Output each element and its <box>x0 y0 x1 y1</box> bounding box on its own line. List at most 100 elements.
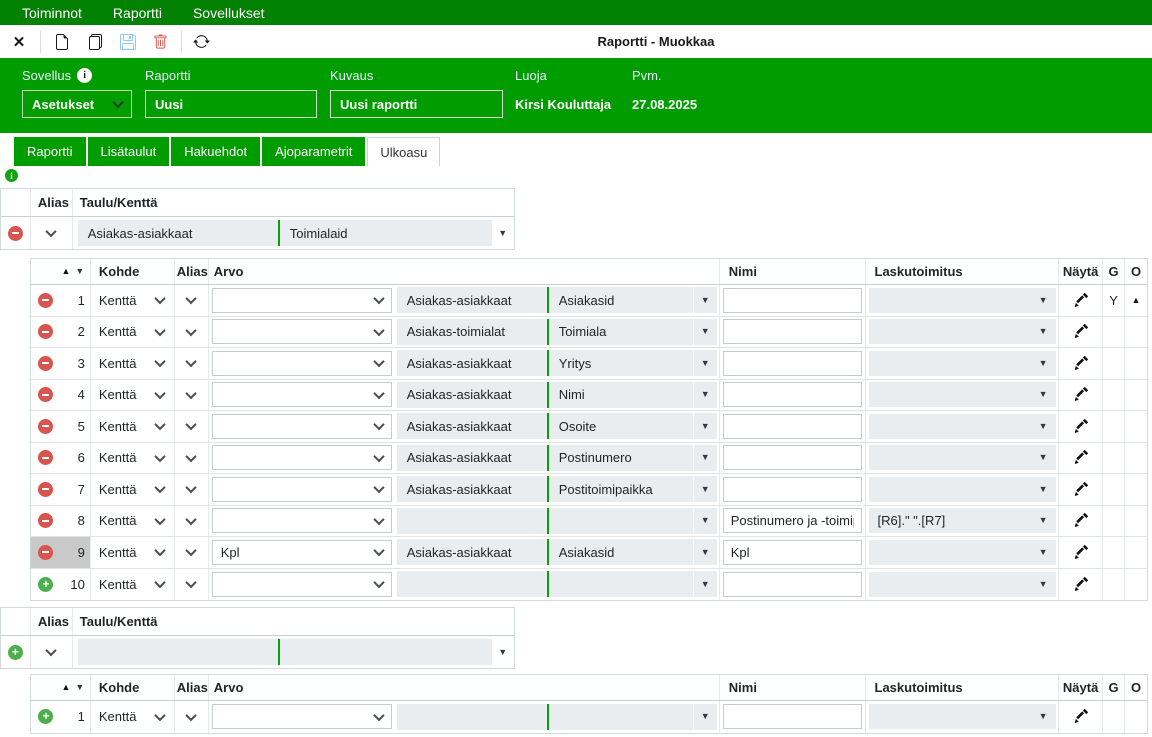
nimi-input[interactable] <box>723 572 862 597</box>
sovellus-select[interactable]: Asetukset <box>22 90 132 118</box>
remove-row-icon[interactable] <box>38 324 53 339</box>
kohde-select[interactable]: Kenttä <box>91 380 175 411</box>
arvo-select[interactable] <box>212 288 392 313</box>
kentta-field[interactable]: Toimialaid <box>280 220 492 246</box>
taulu-field[interactable] <box>397 704 547 730</box>
dropdown-arrow-icon[interactable]: ▼ <box>693 539 717 565</box>
dropdown-arrow-icon[interactable]: ▼ <box>693 704 717 730</box>
taulu-field[interactable]: Asiakas-asiakkaat <box>397 382 547 408</box>
nimi-input[interactable] <box>723 382 862 407</box>
nimi-input[interactable] <box>723 351 862 376</box>
kentta-field[interactable]: Osoite <box>549 413 693 439</box>
close-icon[interactable]: ✕ <box>8 31 30 53</box>
taulu-field[interactable]: Asiakas-asiakkaat <box>78 220 278 246</box>
menu-item-toiminnot[interactable]: Toiminnot <box>22 5 82 21</box>
arvo-select[interactable] <box>212 704 392 729</box>
kohde-select[interactable]: Kenttä <box>91 537 175 568</box>
edit-pencil-icon[interactable] <box>1073 545 1088 560</box>
remove-row-icon[interactable] <box>38 293 53 308</box>
delete-icon[interactable] <box>149 31 171 53</box>
arvo-select[interactable] <box>212 508 392 533</box>
arvo-select[interactable] <box>212 382 392 407</box>
tab-ajoparametrit[interactable]: Ajoparametrit <box>262 137 365 166</box>
edit-pencil-icon[interactable] <box>1073 450 1088 465</box>
taulu-field[interactable]: Asiakas-asiakkaat <box>397 287 547 313</box>
remove-row-icon[interactable] <box>38 513 53 528</box>
alias-dropdown[interactable] <box>175 317 209 348</box>
sort-down-icon[interactable]: ▼ <box>75 683 84 692</box>
edit-pencil-icon[interactable] <box>1073 709 1088 724</box>
menu-item-sovellukset[interactable]: Sovellukset <box>193 5 265 21</box>
add-row-icon[interactable] <box>8 645 23 660</box>
kohde-select[interactable]: Kenttä <box>91 411 175 442</box>
laskutoimitus-field[interactable]: ▼ <box>869 319 1056 344</box>
remove-row-icon[interactable] <box>38 545 53 560</box>
edit-pencil-icon[interactable] <box>1073 387 1088 402</box>
arvo-select[interactable] <box>212 477 392 502</box>
kentta-field[interactable] <box>280 639 492 665</box>
taulu-field[interactable]: Asiakas-asiakkaat <box>397 445 547 471</box>
nimi-input[interactable] <box>723 508 862 533</box>
laskutoimitus-field[interactable]: ▼ <box>869 288 1056 313</box>
tab-raportti[interactable]: Raportti <box>14 137 86 166</box>
kentta-field[interactable] <box>549 571 693 597</box>
copy-icon[interactable] <box>84 31 106 53</box>
taulu-field[interactable]: Asiakas-asiakkaat <box>397 539 547 565</box>
nimi-input[interactable] <box>723 540 862 565</box>
kentta-field[interactable] <box>549 704 693 730</box>
kuvaus-input[interactable] <box>330 90 503 118</box>
nimi-input[interactable] <box>723 445 862 470</box>
dropdown-arrow-icon[interactable]: ▼ <box>693 287 717 313</box>
sort-up-icon[interactable]: ▲ <box>61 683 70 692</box>
menu-item-raportti[interactable]: Raportti <box>113 5 162 21</box>
arvo-select[interactable] <box>212 319 392 344</box>
alias-dropdown[interactable] <box>175 506 209 537</box>
laskutoimitus-field[interactable]: ▼ <box>869 477 1056 502</box>
kohde-select[interactable]: Kenttä <box>91 317 175 348</box>
edit-pencil-icon[interactable] <box>1073 356 1088 371</box>
taulu-field[interactable]: Asiakas-asiakkaat <box>397 413 547 439</box>
sort-down-icon[interactable]: ▼ <box>75 267 84 276</box>
tab-hakuehdot[interactable]: Hakuehdot <box>171 137 260 166</box>
dropdown-arrow-icon[interactable]: ▼ <box>693 382 717 408</box>
nimi-input[interactable] <box>723 414 862 439</box>
sort-up-icon[interactable]: ▲ <box>61 267 70 276</box>
edit-pencil-icon[interactable] <box>1073 482 1088 497</box>
kohde-select[interactable]: Kenttä <box>91 506 175 537</box>
refresh-icon[interactable] <box>190 31 212 53</box>
dropdown-arrow-icon[interactable]: ▼ <box>693 571 717 597</box>
kohde-select[interactable]: Kenttä <box>91 285 175 316</box>
kohde-select[interactable]: Kenttä <box>91 474 175 505</box>
add-row-icon[interactable] <box>38 709 53 724</box>
taulu-field[interactable] <box>397 508 547 534</box>
dropdown-arrow-icon[interactable]: ▼ <box>693 476 717 502</box>
alias-dropdown[interactable] <box>175 380 209 411</box>
edit-pencil-icon[interactable] <box>1073 419 1088 434</box>
arvo-select[interactable] <box>212 445 392 470</box>
laskutoimitus-field[interactable]: ▼ <box>869 572 1056 597</box>
info-icon[interactable]: i <box>77 68 92 83</box>
alias-dropdown[interactable] <box>175 474 209 505</box>
alias-dropdown[interactable] <box>175 701 209 733</box>
dropdown-arrow-icon[interactable]: ▼ <box>693 350 717 376</box>
taulu-field[interactable] <box>78 639 278 665</box>
laskutoimitus-field[interactable]: ▼ <box>869 382 1056 407</box>
edit-pencil-icon[interactable] <box>1073 324 1088 339</box>
laskutoimitus-field[interactable]: ▼ <box>869 414 1056 439</box>
edit-pencil-icon[interactable] <box>1073 513 1088 528</box>
kentta-field[interactable]: Asiakasid <box>549 287 693 313</box>
alias-dropdown[interactable] <box>31 217 73 249</box>
kohde-select[interactable]: Kenttä <box>91 701 175 733</box>
remove-row-icon[interactable] <box>38 450 53 465</box>
remove-row-icon[interactable] <box>38 356 53 371</box>
laskutoimitus-field[interactable]: ▼ <box>869 704 1056 729</box>
alias-dropdown[interactable] <box>175 411 209 442</box>
arvo-select[interactable] <box>212 414 392 439</box>
raportti-input[interactable] <box>145 90 317 118</box>
kentta-field[interactable]: Yritys <box>549 350 693 376</box>
taulu-field[interactable]: Asiakas-toimialat <box>397 319 547 345</box>
arvo-select[interactable]: Kpl <box>212 540 392 565</box>
dropdown-arrow-icon[interactable]: ▼ <box>492 229 514 238</box>
arvo-select[interactable] <box>212 351 392 376</box>
alias-dropdown[interactable] <box>175 443 209 474</box>
